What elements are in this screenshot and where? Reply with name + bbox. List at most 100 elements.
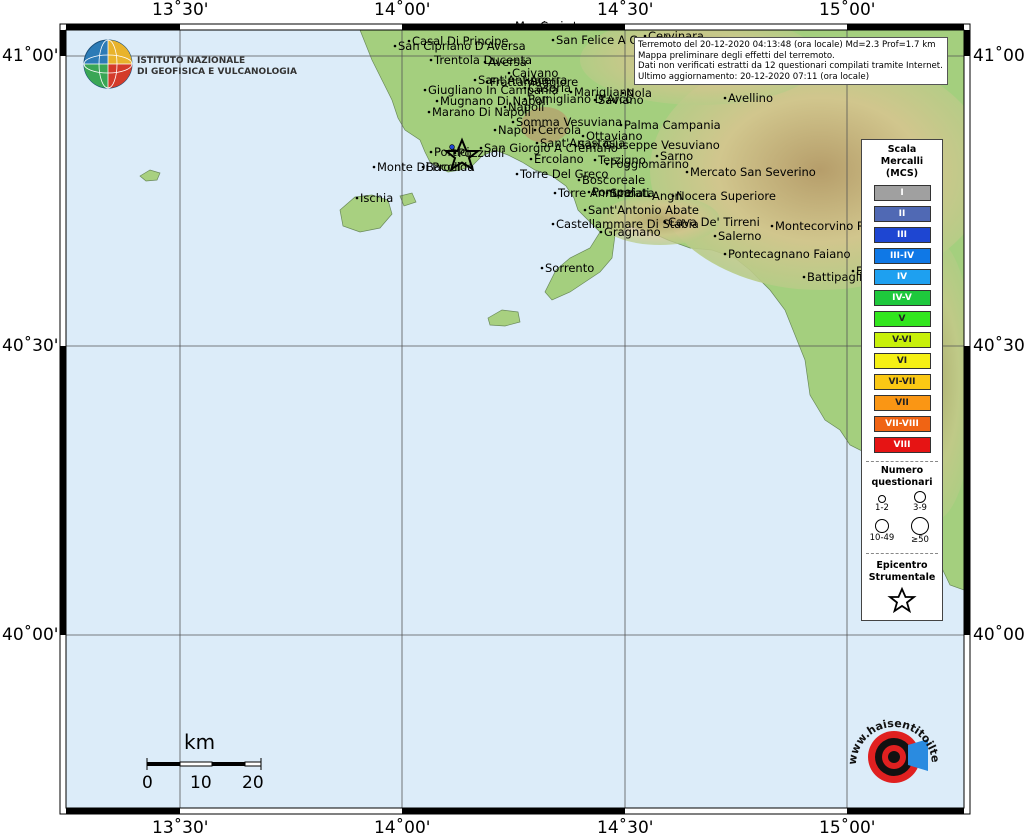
mcs-scale-list: I II III III-IV IV IV-V V V-VI VI VI-VII VII VII-VI…	[862, 185, 942, 453]
place-dot	[393, 44, 397, 48]
place-dot	[685, 170, 689, 174]
questionari-size-3: 10-49	[862, 519, 902, 543]
lon-label-bottom-1400: 14˚00'	[374, 818, 431, 838]
legend-epicentro-title-line2: Strumentale	[868, 572, 936, 583]
legend-questionari-title-line2: questionari	[871, 477, 933, 488]
mcs-class-swatch: V	[873, 311, 931, 327]
questionari-size-label: 10-49	[869, 533, 895, 543]
lat-label-left-4100: 41˚00'	[2, 46, 59, 66]
place-dot	[483, 60, 487, 64]
questionari-circle-icon	[911, 517, 929, 535]
place-label: Nocera Superiore	[676, 189, 776, 203]
legend-divider	[866, 553, 938, 554]
ingv-logo-icon	[83, 39, 133, 89]
legend-mcs-title: Scala Mercalli (MCS)	[862, 144, 942, 180]
place-label: Poggiomarino	[610, 157, 689, 171]
legend-panel: Scala Mercalli (MCS) I II III III-IV IV IV-V V…	[861, 139, 943, 621]
place-label: Pontecagnano Faiano	[728, 247, 851, 261]
place-dot	[619, 123, 623, 127]
questionari-size-grid: 1-2 3-9 10-49 ≥50	[862, 489, 942, 553]
questionari-circle-icon	[875, 519, 889, 533]
questionari-size-4: ≥50	[900, 517, 940, 545]
place-dot	[583, 208, 587, 212]
questionari-size-label: 3-9	[913, 503, 927, 513]
mcs-class-swatch: IV-V	[873, 290, 931, 306]
place-dot	[713, 234, 717, 238]
place-dot	[593, 98, 597, 102]
place-label: Mercato San Severino	[690, 165, 816, 179]
mcs-class-swatch: VI	[873, 353, 931, 369]
place-label: San Cipriano D'Aversa	[398, 39, 526, 53]
lon-label-top-1500: 15˚00'	[819, 0, 876, 20]
place-label: Scafati	[610, 186, 649, 200]
ingv-name-line1: ISTITUTO NAZIONALE	[137, 56, 246, 66]
place-dot	[671, 194, 675, 198]
place-label: Sorrento	[545, 261, 594, 275]
lat-label-right-4000: 40˚00'	[973, 625, 1024, 645]
place-dot	[770, 224, 774, 228]
scale-tick-20: 20	[242, 773, 264, 793]
mcs-class-swatch: IV	[873, 269, 931, 285]
place-dot	[723, 252, 727, 256]
lon-label-bottom-1430: 14˚30'	[597, 818, 654, 838]
legend-mcs-title-line3: (MCS)	[885, 168, 919, 179]
place-dot	[510, 24, 514, 28]
scale-tick-10: 10	[190, 773, 212, 793]
place-label: Napoli	[508, 100, 544, 114]
lon-label-top-1330: 13˚30'	[152, 0, 209, 20]
place-dot	[553, 191, 557, 195]
questionari-size-2: 3-9	[900, 491, 940, 513]
intensity-point[interactable]	[449, 144, 455, 150]
lat-label-right-4100: 41˚00'	[973, 46, 1024, 66]
mcs-class-swatch: III-IV	[873, 248, 931, 264]
place-dot	[493, 128, 497, 132]
lon-label-bottom-1330: 13˚30'	[152, 818, 209, 838]
place-dot	[577, 178, 581, 182]
scale-bar	[146, 758, 262, 770]
place-label: Napoli	[498, 123, 534, 137]
place-dot	[587, 190, 591, 194]
place-dot	[535, 24, 539, 28]
haisentito-logo-icon[interactable]: www.haisentitoilterremoto.it	[842, 705, 946, 805]
place-dot	[802, 275, 806, 279]
place-label: Cercola	[538, 123, 581, 137]
event-info-box: Terremoto del 20-12-2020 04:13:48 (ora l…	[634, 37, 948, 86]
place-label: Salerno	[718, 229, 761, 243]
place-dot	[427, 110, 431, 114]
legend-questionari-title: Numero questionari	[862, 465, 942, 489]
place-dot	[473, 78, 477, 82]
legend-star-icon	[887, 586, 917, 614]
lat-label-right-4030: 40˚30'	[973, 336, 1024, 356]
mcs-class-swatch: III	[873, 227, 931, 243]
place-dot	[599, 230, 603, 234]
questionari-circle-icon	[878, 495, 886, 503]
ingv-name: ISTITUTO NAZIONALE DI GEOFISICA E VULCAN…	[137, 56, 297, 78]
event-info-line3: Dati non verificati estratti da 12 quest…	[638, 61, 943, 72]
legend-epicentro-title-line1: Epicentro	[876, 560, 928, 571]
mcs-class-swatch: I	[873, 185, 931, 201]
mcs-class-swatch: VI-VII	[873, 374, 931, 390]
place-label: Caserta	[540, 19, 584, 33]
lat-label-left-4000: 40˚00'	[2, 625, 59, 645]
ingv-name-line2: DI GEOFISICA E VULCANOLOGIA	[137, 67, 297, 77]
place-dot	[423, 88, 427, 92]
mcs-class-swatch: VIII	[873, 437, 931, 453]
event-info-line4: Ultimo aggiornamento: 20-12-2020 07:11 (…	[638, 71, 870, 82]
place-dot	[533, 128, 537, 132]
place-dot	[421, 165, 425, 169]
place-dot	[355, 196, 359, 200]
mcs-class-swatch: VII-VIII	[873, 416, 931, 432]
place-label: Avellino	[728, 91, 773, 105]
mcs-class-swatch: II	[873, 206, 931, 222]
questionari-circle-icon	[914, 491, 926, 503]
lon-label-top-1430: 14˚30'	[597, 0, 654, 20]
place-label: Ischia	[360, 191, 393, 205]
legend-mcs-title-line2: Mercalli	[880, 156, 924, 167]
place-dot	[647, 194, 651, 198]
place-label: Cava De' Tirreni	[668, 215, 760, 229]
mcs-class-swatch: VII	[873, 395, 931, 411]
place-dot	[663, 220, 667, 224]
questionari-size-1: 1-2	[862, 495, 902, 513]
legend-mcs-title-line1: Scala	[887, 144, 917, 155]
place-dot	[551, 38, 555, 42]
